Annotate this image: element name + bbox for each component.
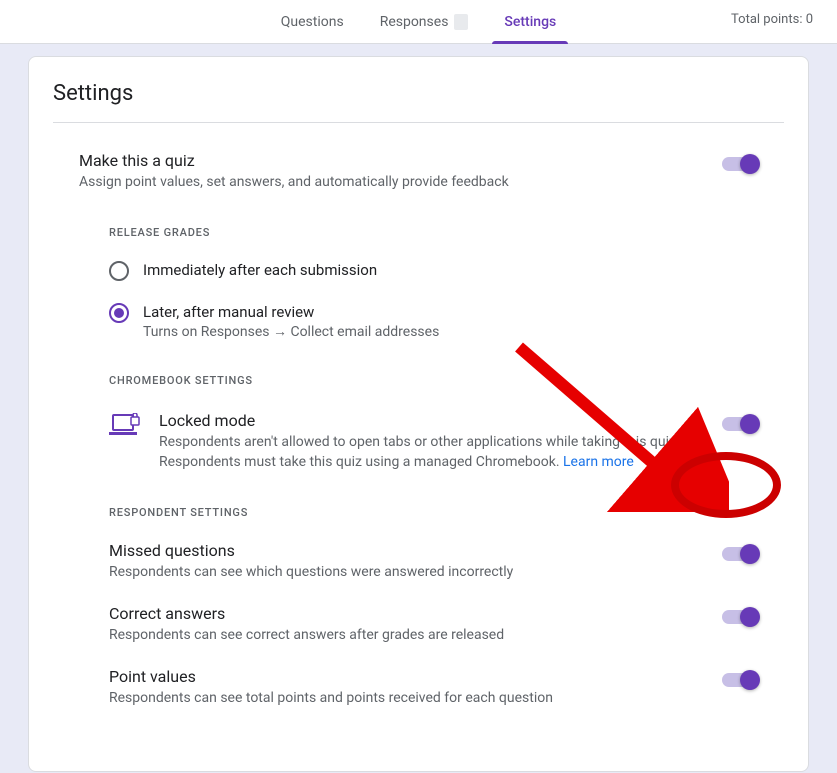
correct-toggle[interactable] — [722, 610, 758, 624]
radio-icon — [109, 261, 129, 281]
settings-title: Settings — [53, 81, 784, 123]
tab-responses[interactable]: Responses — [362, 0, 487, 44]
make-quiz-row: Make this a quiz Assign point values, se… — [79, 123, 758, 192]
make-quiz-desc: Assign point values, set answers, and au… — [79, 172, 682, 192]
locked-mode-toggle[interactable] — [722, 417, 758, 431]
settings-card: Settings Make this a quiz Assign point v… — [28, 56, 809, 772]
correct-title: Correct answers — [109, 604, 682, 623]
missed-row: Missed questions Respondents can see whi… — [109, 519, 758, 582]
correct-row: Correct answers Respondents can see corr… — [109, 582, 758, 645]
chromebook-label: CHROMEBOOK SETTINGS — [109, 374, 758, 387]
points-desc: Respondents can see total points and poi… — [109, 688, 682, 708]
correct-desc: Respondents can see correct answers afte… — [109, 625, 682, 645]
tab-responses-label: Responses — [380, 14, 449, 30]
radio-later-sub: Turns on Responses → Collect email addre… — [143, 323, 439, 340]
learn-more-link[interactable]: Learn more — [563, 454, 634, 470]
points-row: Point values Respondents can see total p… — [109, 645, 758, 708]
points-title: Point values — [109, 667, 682, 686]
missed-toggle[interactable] — [722, 547, 758, 561]
chromebook-lock-icon — [109, 413, 141, 443]
radio-icon — [109, 303, 129, 323]
make-quiz-title: Make this a quiz — [79, 151, 682, 170]
respondent-label: RESPONDENT SETTINGS — [109, 506, 758, 519]
make-quiz-toggle[interactable] — [722, 157, 758, 171]
missed-desc: Respondents can see which questions were… — [109, 562, 682, 582]
tab-settings[interactable]: Settings — [486, 0, 574, 44]
locked-mode-desc: Respondents aren't allowed to open tabs … — [159, 432, 682, 472]
tabs: Questions Responses Settings — [263, 0, 574, 44]
missed-title: Missed questions — [109, 541, 682, 560]
locked-mode-title: Locked mode — [159, 411, 682, 430]
points-toggle[interactable] — [722, 673, 758, 687]
total-points-label: Total points: 0 — [731, 12, 813, 27]
locked-mode-row: Locked mode Respondents aren't allowed t… — [109, 411, 758, 472]
radio-later[interactable]: Later, after manual review Turns on Resp… — [109, 303, 758, 340]
responses-badge-icon — [454, 14, 468, 30]
radio-immediate-label: Immediately after each submission — [143, 261, 377, 279]
release-grades-label: RELEASE GRADES — [109, 226, 758, 239]
radio-immediate[interactable]: Immediately after each submission — [109, 261, 758, 281]
tab-questions[interactable]: Questions — [263, 0, 362, 44]
radio-later-label: Later, after manual review — [143, 303, 439, 321]
top-bar: Questions Responses Settings Total point… — [0, 0, 837, 44]
